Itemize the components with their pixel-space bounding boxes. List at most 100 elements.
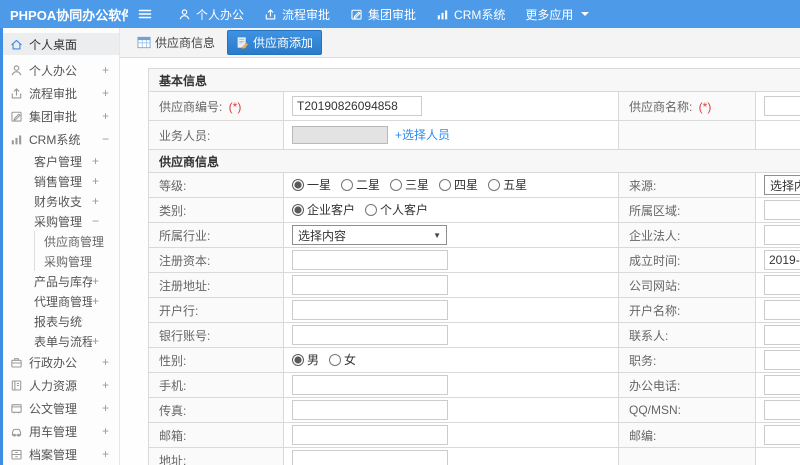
form-row: 供应商编号: (*)供应商名称: (*) — [148, 91, 800, 121]
qq-msn-input[interactable] — [764, 400, 800, 420]
expand-plus-icon[interactable]: + — [102, 401, 109, 415]
expand-plus-icon[interactable]: + — [102, 86, 109, 100]
sidebar-item-crm-system[interactable]: CRM系统 − — [3, 128, 119, 150]
business-staff-choose-link[interactable]: +选择人员 — [395, 128, 450, 142]
tab-supplier-info[interactable]: 供应商信息 — [133, 32, 219, 53]
expand-plus-icon[interactable]: + — [92, 154, 99, 168]
field-label-cell: 银行账号: — [148, 322, 284, 348]
topnav-item-process-approval[interactable]: 流程审批 — [264, 6, 330, 23]
expand-plus-icon[interactable]: + — [92, 294, 99, 308]
sidebar-item-personal-desktop[interactable]: 个人桌面 — [3, 33, 119, 55]
expand-plus-icon[interactable]: + — [102, 109, 109, 123]
supplier-name-input[interactable] — [764, 96, 800, 116]
fax-input[interactable] — [292, 400, 448, 420]
bank-input[interactable] — [292, 300, 448, 320]
level-option-3[interactable]: 四星 — [439, 176, 478, 193]
sidebar-item-archive-mgmt[interactable]: 档案管理 + — [3, 443, 119, 465]
sidebar-item-form-flow-settings[interactable]: 表单与流程设置+ — [3, 331, 119, 351]
expand-plus-icon[interactable]: + — [92, 334, 99, 348]
sidebar-item-product-inventory[interactable]: 产品与库存 + — [3, 271, 119, 291]
sidebar-item-process-approval[interactable]: 流程审批 + — [3, 82, 119, 104]
level-option-2[interactable]: 三星 — [390, 176, 429, 193]
zip-code-input[interactable] — [764, 425, 800, 445]
level-option-4[interactable]: 五星 — [488, 176, 527, 193]
field-label-cell: 业务人员: — [148, 120, 284, 150]
tab-supplier-add[interactable]: 供应商添加 — [227, 30, 323, 55]
region-input[interactable] — [764, 200, 800, 220]
sidebar-item-finance-io[interactable]: 财务收支 + — [3, 191, 119, 211]
sidebar-item-reports-stats[interactable]: 报表与统计 — [3, 311, 119, 331]
expand-plus-icon[interactable]: + — [102, 355, 109, 369]
field-label: 职务: — [629, 353, 657, 368]
field-control-cell — [754, 197, 800, 223]
collapse-minus-icon[interactable]: − — [102, 132, 109, 146]
gender-option-1[interactable]: 女 — [329, 351, 356, 368]
expand-plus-icon[interactable]: + — [102, 378, 109, 392]
office-phone-input[interactable] — [764, 375, 800, 395]
sidebar-item-admin-office[interactable]: 行政办公 + — [3, 351, 119, 373]
collapse-minus-icon[interactable]: − — [92, 214, 99, 228]
menu-icon[interactable] — [128, 6, 162, 22]
expand-plus-icon[interactable]: + — [92, 274, 99, 288]
field-control-cell — [754, 120, 800, 150]
expand-plus-icon[interactable]: + — [92, 174, 99, 188]
category-option-1[interactable]: 个人客户 — [365, 201, 428, 218]
level-option-1[interactable]: 二星 — [341, 176, 380, 193]
legal-person-input[interactable] — [764, 225, 800, 245]
sidebar-item-document-mgmt[interactable]: 公文管理 + — [3, 397, 119, 419]
sidebar-item-agent-mgmt[interactable]: 代理商管理 + — [3, 291, 119, 311]
field-label-cell: 手机: — [148, 372, 284, 398]
registered-capital-input[interactable] — [292, 250, 448, 270]
level-radios: 一星 二星 三星 四星 五星 — [292, 176, 527, 193]
job-title-input[interactable] — [764, 350, 800, 370]
topnav-item-personal-office[interactable]: 个人办公 — [178, 6, 244, 23]
sidebar-item-label: 人力资源 — [29, 378, 78, 393]
contact-person-input[interactable] — [764, 325, 800, 345]
radio-icon[interactable] — [329, 353, 342, 366]
email-input[interactable] — [292, 425, 448, 445]
topnav-item-crm-system[interactable]: CRM系统 — [436, 6, 505, 23]
category-option-0[interactable]: 企业客户 — [292, 201, 355, 218]
founding-date-input[interactable] — [764, 250, 800, 270]
sidebar-item-procurement-mgmt[interactable]: 采购管理 — [35, 251, 119, 271]
radio-icon[interactable] — [292, 203, 304, 216]
field-label: QQ/MSN: — [629, 403, 682, 417]
sidebar-item-supplier-mgmt[interactable]: 供应商管理 — [35, 231, 119, 251]
user-icon — [10, 64, 23, 77]
gender-option-0[interactable]: 男 — [292, 351, 319, 368]
supplier-no-input[interactable] — [292, 96, 422, 116]
bank-account-input[interactable] — [292, 325, 448, 345]
field-label: 注册资本: — [159, 253, 211, 268]
source-select[interactable]: 选择内容▼ — [764, 175, 800, 195]
industry-select[interactable]: 选择内容 ▼ — [292, 225, 447, 245]
sidebar-item-human-resources[interactable]: 人力资源 + — [3, 374, 119, 396]
topnav-item-group-approval[interactable]: 集团审批 — [350, 6, 416, 23]
field-control-cell: 选择内容▼ — [754, 172, 800, 198]
radio-icon[interactable] — [341, 178, 354, 191]
required-marker: (*) — [225, 99, 242, 114]
address-input[interactable] — [292, 450, 448, 465]
sidebar-item-purchase-mgmt[interactable]: 采购管理 − — [3, 211, 119, 231]
company-website-input[interactable] — [764, 275, 800, 295]
account-name-input[interactable] — [764, 300, 800, 320]
radio-icon[interactable] — [439, 178, 452, 191]
sidebar-item-vehicle-mgmt[interactable]: 用车管理 + — [3, 420, 119, 442]
sidebar-item-sales-mgmt[interactable]: 销售管理 + — [3, 171, 119, 191]
radio-icon[interactable] — [292, 178, 304, 191]
mobile-input[interactable] — [292, 375, 448, 395]
expand-plus-icon[interactable]: + — [92, 194, 99, 208]
business-staff-box[interactable] — [292, 126, 388, 145]
expand-plus-icon[interactable]: + — [102, 63, 109, 77]
sidebar-item-personal-office[interactable]: 个人办公 + — [3, 59, 119, 81]
radio-icon[interactable] — [488, 178, 501, 191]
sidebar-item-customer-mgmt[interactable]: 客户管理 + — [3, 151, 119, 171]
radio-icon[interactable] — [292, 353, 304, 366]
expand-plus-icon[interactable]: + — [102, 447, 109, 461]
expand-plus-icon[interactable]: + — [102, 424, 109, 438]
radio-icon[interactable] — [365, 203, 378, 216]
sidebar-item-group-approval[interactable]: 集团审批 + — [3, 105, 119, 127]
level-option-0[interactable]: 一星 — [292, 176, 331, 193]
radio-icon[interactable] — [390, 178, 403, 191]
registered-address-input[interactable] — [292, 275, 448, 295]
topnav-item-more-apps[interactable]: 更多应用 — [525, 6, 590, 23]
